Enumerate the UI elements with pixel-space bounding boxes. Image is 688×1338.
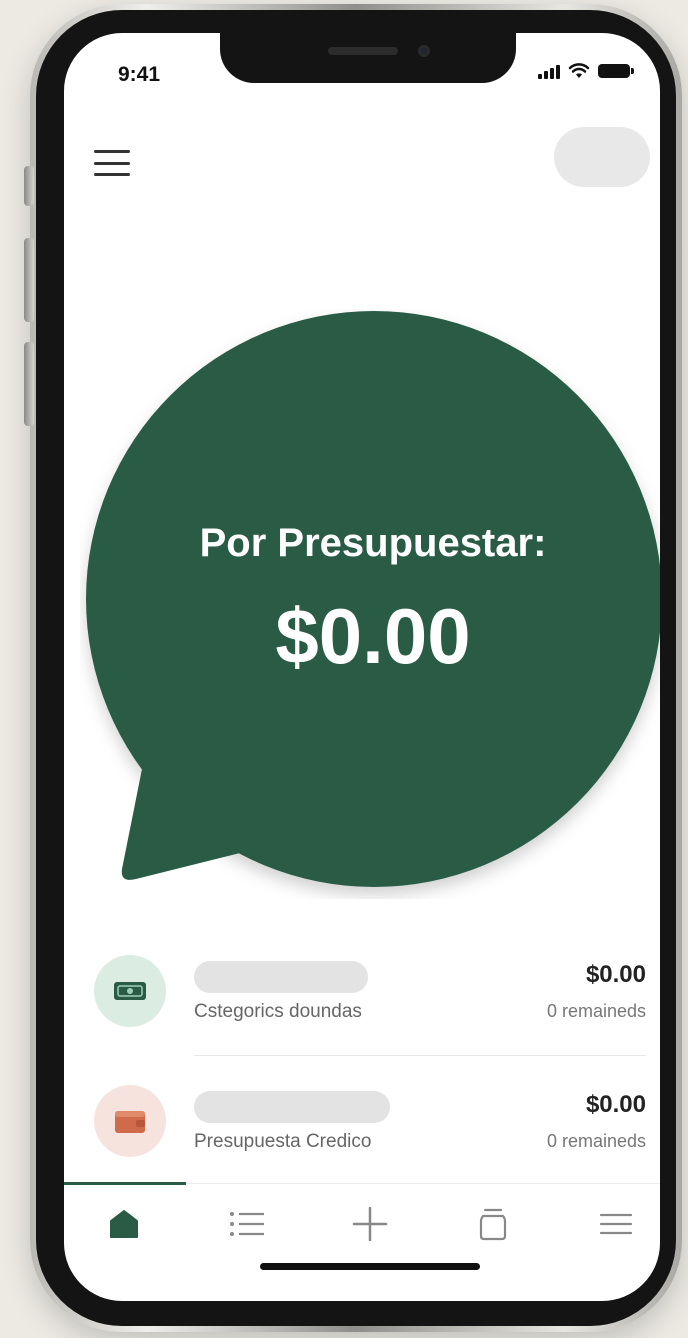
- app-screen: 9:41 Por Presupuestar: $0.00 Cstegorics …: [64, 33, 660, 1301]
- row-divider: [194, 1055, 646, 1056]
- status-time: 9:41: [118, 63, 161, 86]
- cup-icon: [479, 1208, 507, 1241]
- list-tab[interactable]: [223, 1204, 271, 1244]
- signal-icon: [538, 63, 560, 79]
- to-budget-amount: $0.00: [275, 592, 471, 680]
- row-amount: $0.00: [585, 961, 646, 988]
- status-icons: [538, 63, 634, 79]
- more-tab[interactable]: [592, 1204, 640, 1244]
- list-icon: [230, 1212, 264, 1236]
- wallet-icon: [94, 1085, 166, 1157]
- plus-icon: [352, 1206, 388, 1242]
- home-tab[interactable]: [100, 1204, 148, 1244]
- menu-icon: [599, 1213, 633, 1235]
- profile-placeholder[interactable]: [554, 127, 650, 187]
- row-subtitle: Cstegorics doundas: [194, 1001, 362, 1022]
- volume-down-button: [24, 342, 34, 426]
- budget-row-categories[interactable]: Cstegorics doundas $0.00 0 remaineds: [94, 955, 646, 1055]
- row-remaining: 0 remaineds: [546, 1001, 646, 1021]
- front-camera: [418, 45, 430, 57]
- row-amount: $0.00: [585, 1091, 646, 1118]
- cash-icon: [94, 955, 166, 1027]
- jar-tab[interactable]: [469, 1204, 517, 1244]
- hamburger-menu-icon[interactable]: [94, 150, 130, 176]
- wifi-icon: [568, 63, 590, 78]
- row-subtitle: Presupuesta Credico: [194, 1131, 372, 1152]
- bottom-tab-bar: [64, 1182, 660, 1264]
- row-remaining: 0 remaineds: [546, 1131, 646, 1151]
- mute-switch: [24, 166, 34, 206]
- budget-row-credit[interactable]: Presupuesta Credico $0.00 0 remaineds: [94, 1085, 646, 1185]
- to-budget-bubble: Por Presupuestar: $0.00: [80, 309, 660, 899]
- row-title-placeholder: [194, 961, 368, 993]
- home-indicator[interactable]: [260, 1263, 480, 1270]
- home-icon: [110, 1210, 138, 1238]
- volume-up-button: [24, 238, 34, 322]
- notch: [220, 33, 516, 83]
- add-tab[interactable]: [346, 1204, 394, 1244]
- row-title-placeholder: [194, 1091, 390, 1123]
- speaker-grille: [328, 47, 398, 55]
- to-budget-label: Por Presupuestar:: [199, 521, 547, 565]
- battery-icon: [598, 64, 634, 78]
- active-tab-indicator: [64, 1182, 186, 1185]
